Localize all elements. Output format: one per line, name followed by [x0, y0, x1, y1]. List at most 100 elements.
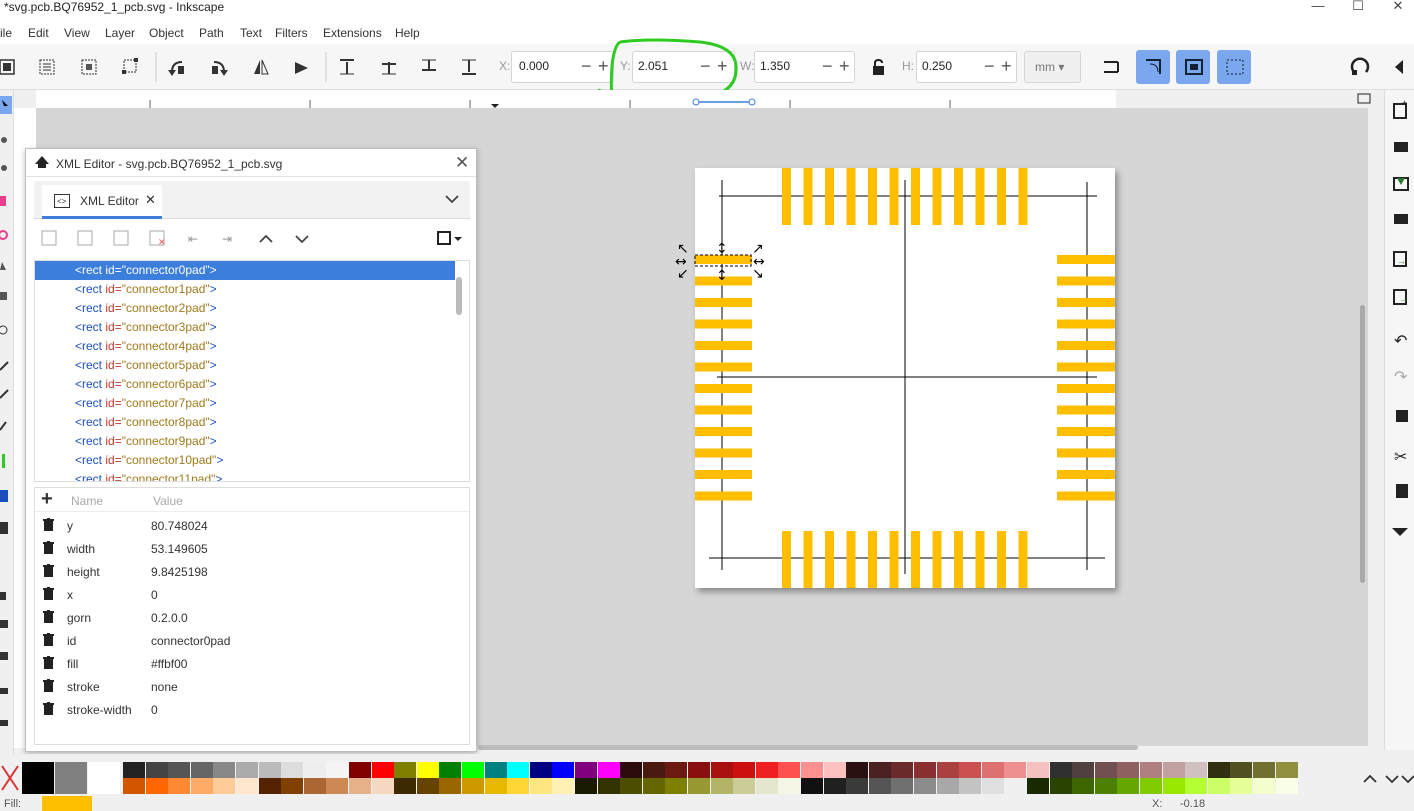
- palette-swatch[interactable]: [236, 762, 258, 778]
- h-decrement-button[interactable]: −: [984, 55, 995, 77]
- palette-swatch[interactable]: [484, 778, 507, 794]
- connector-pad[interactable]: [695, 362, 752, 372]
- palette-swatch[interactable]: [1094, 762, 1117, 778]
- palette-swatch[interactable]: [868, 762, 891, 778]
- mesh-tool-icon[interactable]: [0, 522, 8, 534]
- palette-swatch[interactable]: [349, 778, 371, 794]
- connector-pad[interactable]: [911, 168, 920, 225]
- palette-swatch[interactable]: [213, 762, 236, 778]
- undo-icon[interactable]: ↶: [1394, 333, 1407, 350]
- palette-swatch[interactable]: [620, 762, 643, 778]
- attribute-row[interactable]: y 80.748024: [35, 514, 471, 537]
- palette-swatch[interactable]: [529, 778, 552, 794]
- connector-pad[interactable]: [825, 168, 834, 225]
- palette-swatch[interactable]: [1049, 778, 1072, 794]
- connector-pad[interactable]: [695, 341, 752, 350]
- connector-pad[interactable]: [1057, 362, 1115, 372]
- palette-swatch[interactable]: [303, 778, 326, 794]
- delete-attribute-icon[interactable]: [43, 633, 54, 646]
- new-document-icon[interactable]: +: [1393, 98, 1407, 119]
- print-icon[interactable]: [1394, 214, 1408, 224]
- palette-swatch[interactable]: [801, 778, 823, 794]
- connector-pad[interactable]: [825, 531, 834, 588]
- swatch-white[interactable]: [88, 762, 120, 794]
- palette-swatch[interactable]: [665, 778, 688, 794]
- select-all-icon[interactable]: [0, 59, 15, 75]
- palette-swatch[interactable]: [733, 762, 756, 778]
- raise-icon[interactable]: [382, 62, 396, 75]
- delete-attribute-icon[interactable]: [43, 541, 54, 554]
- w-increment-button[interactable]: +: [839, 55, 850, 77]
- scale-stroke-icon[interactable]: [1100, 56, 1124, 78]
- palette-swatch[interactable]: [597, 762, 620, 778]
- palette-swatch[interactable]: [891, 778, 914, 794]
- connector-pad[interactable]: [782, 168, 791, 225]
- connector-pad[interactable]: [868, 168, 877, 225]
- connector-pad[interactable]: [1057, 405, 1115, 415]
- connector-pad[interactable]: [695, 470, 752, 479]
- menu-help[interactable]: Help: [395, 26, 420, 40]
- palette-swatch[interactable]: [959, 778, 982, 794]
- import-icon[interactable]: →: [1393, 251, 1407, 267]
- palette-swatch[interactable]: [1049, 762, 1072, 778]
- palette-swatch[interactable]: [1027, 762, 1049, 778]
- palette-swatch[interactable]: [846, 762, 869, 778]
- xml-node-row[interactable]: <rect id="connector10pad">: [35, 451, 455, 470]
- chevron-down-icon[interactable]: [444, 193, 460, 205]
- menu-view[interactable]: View: [64, 26, 90, 40]
- connector-pad[interactable]: [1018, 531, 1028, 588]
- palette-swatch[interactable]: [1230, 778, 1253, 794]
- palette-swatch[interactable]: [168, 778, 191, 794]
- palette-swatch[interactable]: [755, 762, 778, 778]
- palette-swatch[interactable]: [823, 762, 846, 778]
- connector-pad[interactable]: [932, 531, 942, 588]
- palette-swatch[interactable]: [1253, 762, 1275, 778]
- zoom-tool-icon[interactable]: [1, 165, 7, 171]
- palette-swatch[interactable]: [597, 778, 620, 794]
- delete-attribute-icon[interactable]: [43, 587, 54, 600]
- close-tab-icon[interactable]: ✕: [145, 192, 156, 208]
- connector-pad[interactable]: [695, 491, 752, 501]
- xml-node-row[interactable]: <rect id="connector11pad">: [35, 470, 455, 481]
- calligraphy-tool-icon[interactable]: [0, 421, 7, 431]
- palette-swatch[interactable]: [710, 778, 733, 794]
- connector-pad[interactable]: [1057, 255, 1115, 264]
- duplicate-node-icon[interactable]: [113, 230, 129, 246]
- swatch-black[interactable]: [22, 762, 54, 794]
- flip-horizontal-icon[interactable]: [254, 59, 269, 75]
- connector-pad[interactable]: [889, 531, 899, 588]
- flip-vertical-icon[interactable]: [295, 62, 308, 74]
- layout-menu-icon[interactable]: [437, 231, 462, 245]
- rotate-ccw-icon[interactable]: [168, 61, 184, 76]
- node-tool-icon[interactable]: [1, 137, 7, 143]
- xml-node-row[interactable]: <rect id="connector1pad">: [35, 280, 455, 299]
- new-element-node-icon[interactable]: [41, 230, 57, 246]
- palette-swatch[interactable]: [710, 762, 733, 778]
- xml-node-row[interactable]: <rect id="connector0pad">: [35, 261, 455, 280]
- palette-swatch[interactable]: [914, 762, 936, 778]
- unindent-node-icon[interactable]: ⇤: [188, 232, 198, 246]
- palette-swatch[interactable]: [507, 778, 530, 794]
- delete-node-icon[interactable]: ✕: [149, 230, 166, 247]
- delete-attribute-icon[interactable]: [43, 702, 54, 715]
- raise-to-top-icon[interactable]: [340, 59, 354, 75]
- palette-swatch[interactable]: [394, 778, 417, 794]
- palette-swatch[interactable]: [1275, 778, 1298, 794]
- palette-swatch[interactable]: [190, 778, 213, 794]
- bounding-box-icon[interactable]: [122, 58, 138, 74]
- attribute-row[interactable]: x0: [35, 583, 471, 606]
- palette-swatch[interactable]: [1162, 762, 1185, 778]
- connector-pad[interactable]: [997, 168, 1006, 225]
- add-attribute-button[interactable]: +: [41, 488, 53, 511]
- star-tool-icon[interactable]: [0, 262, 6, 270]
- palette-swatch[interactable]: [778, 762, 801, 778]
- connector-pad[interactable]: [1057, 491, 1115, 501]
- connector-pad[interactable]: [695, 405, 752, 415]
- palette-swatch[interactable]: [507, 762, 530, 778]
- palette-swatch[interactable]: [1207, 778, 1230, 794]
- attribute-row[interactable]: width 53.149605: [35, 537, 471, 560]
- xml-node-row[interactable]: <rect id="connector6pad">: [35, 375, 455, 394]
- palette-swatch[interactable]: [1162, 778, 1185, 794]
- palette-swatch[interactable]: [620, 778, 643, 794]
- palette-swatch[interactable]: [575, 762, 597, 778]
